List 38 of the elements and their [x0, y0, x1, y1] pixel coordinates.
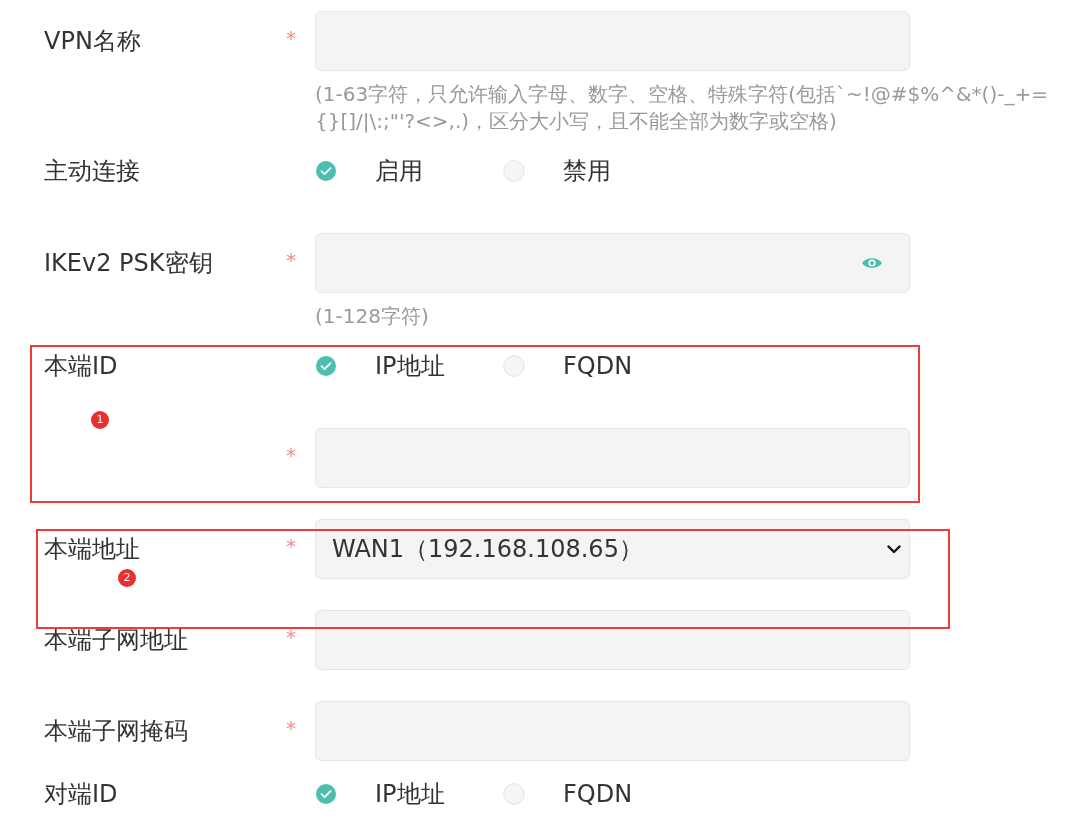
required-asterisk: *: [286, 536, 296, 556]
radio-button[interactable]: [315, 160, 337, 182]
field-label: 本端ID: [44, 351, 118, 381]
text-field[interactable]: [315, 701, 910, 761]
radio-button[interactable]: [315, 783, 337, 805]
field-label: 主动连接: [44, 156, 140, 186]
annotation-number: 1: [91, 411, 109, 429]
hint-text: (1-63字符，只允许输入字母、数字、空格、特殊字符(包括`~!@#$%^&*()-_+={}[]/|\:;"'?<>,.)，区分大小写，且不能全部为数字或空格): [315, 81, 1049, 135]
field-label: 本端子网掩码: [44, 716, 188, 746]
address-select[interactable]: WAN1（192.168.108.65）: [315, 519, 910, 579]
text-field[interactable]: [315, 428, 910, 488]
text-field[interactable]: [315, 610, 910, 670]
field-label: VPN名称: [44, 26, 141, 56]
required-asterisk: *: [286, 627, 296, 647]
radio-option-label[interactable]: FQDN: [563, 779, 633, 809]
hint-text: (1-128字符): [315, 303, 429, 330]
radio-button[interactable]: [315, 355, 337, 377]
field-label: 本端地址: [44, 534, 140, 564]
field-label: 对端ID: [44, 779, 118, 809]
radio-option-label[interactable]: 禁用: [563, 156, 611, 186]
eye-icon[interactable]: [861, 256, 883, 270]
field-label: IKEv2 PSK密钥: [44, 248, 213, 278]
radio-option-label[interactable]: IP地址: [375, 779, 445, 809]
annotation-number: 2: [118, 569, 136, 587]
radio-button[interactable]: [503, 355, 525, 377]
radio-option-label[interactable]: FQDN: [563, 351, 633, 381]
password-field[interactable]: [315, 233, 910, 293]
chevron-down-icon: [887, 544, 901, 554]
radio-option-label[interactable]: 启用: [375, 156, 423, 186]
radio-option-label[interactable]: IP地址: [375, 351, 445, 381]
required-asterisk: *: [286, 250, 296, 270]
text-field[interactable]: [315, 11, 910, 71]
radio-button[interactable]: [503, 783, 525, 805]
radio-button[interactable]: [503, 160, 525, 182]
required-asterisk: *: [286, 28, 296, 48]
required-asterisk: *: [286, 445, 296, 465]
required-asterisk: *: [286, 718, 296, 738]
field-label: 本端子网地址: [44, 625, 188, 655]
